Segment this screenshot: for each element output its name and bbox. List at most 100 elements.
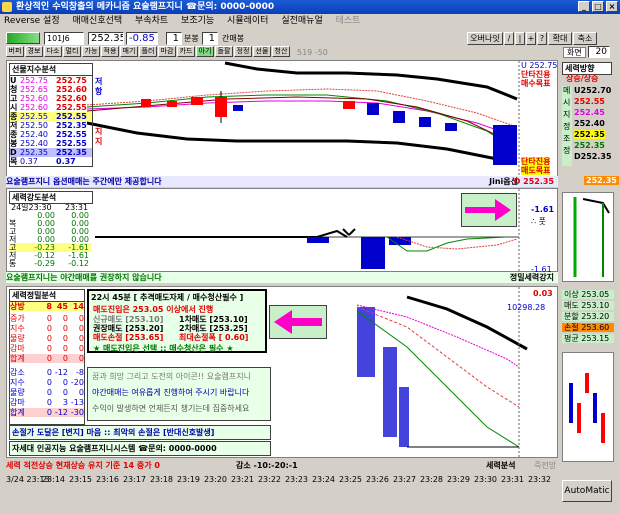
futures-row-value-b: 252.35 [56, 148, 87, 157]
top-right-button[interactable]: 확대 [548, 32, 572, 45]
mini-candle-1 [569, 383, 573, 423]
futures-notice: 요술램프지니 옵션매매는 주간에만 제공합니다 [6, 177, 162, 186]
futures-notice-bar: 요술램프지니 옵션매매는 주간에만 제공합니다 Jini옵션 D 252.35 [6, 176, 558, 187]
top-right-button[interactable]: / [504, 32, 514, 45]
toolbar: 101J6 252.35 -0.85 1 분봉 1 간매봉 버퍼 경보 다소 멀티 가능… [0, 30, 620, 60]
menu-reverse[interactable]: Reverse 설정 [4, 16, 60, 26]
top-right-button[interactable]: ? [537, 32, 547, 45]
power-row: 통 -0.29 -0.12 [9, 259, 91, 268]
time-tick: 23:24 [311, 475, 336, 484]
trend-row-value: -30 [70, 408, 84, 417]
mode-tab[interactable]: 정정 [234, 46, 252, 57]
target-lower-label-2: 매도목표 [521, 166, 551, 175]
signal-items: 신규매도 [253.10] 1차매도 [253.10] 권장매도 [253.20] 2… [93, 315, 265, 343]
futures-row-value-a: 252.65 [20, 85, 48, 94]
mode-tab[interactable]: 돌팔 [215, 46, 233, 57]
close-button[interactable]: × [606, 1, 618, 12]
futures-side-tags: 저항지지 [95, 73, 107, 153]
mode-tab[interactable]: 매기 [120, 46, 138, 57]
right-mini-chart-svg [573, 197, 610, 277]
top-right-button[interactable]: | [515, 32, 525, 45]
trend-col: 상방 [10, 302, 25, 311]
futures-row: 봉 252.40 252.55 [10, 139, 92, 148]
time-tick: 23:29 [446, 475, 471, 484]
maximize-button[interactable]: □ [592, 1, 604, 12]
automatic-button[interactable]: AutoMatic [562, 480, 612, 502]
futures-row-label: 청 [10, 85, 18, 94]
menu-test[interactable]: 테스트 [336, 16, 361, 26]
target-lower-label-1: 단타진용 [521, 157, 551, 166]
futures-row-value-a: 252.55 [20, 112, 48, 121]
mode-tab[interactable]: 가능 [82, 46, 100, 57]
trend-row-value: 0 [46, 334, 52, 343]
minutes-a-field[interactable]: 1 [166, 32, 182, 45]
mode-tab[interactable]: 경보 [25, 46, 43, 57]
right-panel: 세력방향 상승/상승 메시지정조정 U252.70 252.55 252.45 252… [560, 60, 619, 462]
power-panel: 0.00 0.00 복 0.00 0.00 고 0.00 0.00 저 0.00 0.00 고 -0.2… [9, 211, 93, 268]
level-bars-icon [6, 32, 40, 44]
power-chart[interactable]: 세력강도분석 24일23:30 23:31 0.00 0.00 복 0.00 0.00 고… [6, 188, 558, 274]
mode-tab[interactable]: 아기 [196, 46, 214, 57]
candle-5 [233, 105, 243, 111]
right-level-value: U252.70 [574, 86, 612, 95]
mode-tab[interactable]: 플러 [139, 46, 157, 57]
mode-tab[interactable]: 적용 [101, 46, 119, 57]
top-right-button[interactable]: 오버나잇 [467, 32, 503, 45]
mode-tab[interactable]: 다소 [44, 46, 62, 57]
mode-tab[interactable]: 카드 [177, 46, 195, 57]
trend-chart[interactable]: 세력정밀분석 상방 8 45 14 증가 0 0 0 지수 0 0 0 물량 0 0 0 감마 0 0 0 합계 0 0 0 감… [6, 286, 558, 458]
right-arrow-icon [465, 199, 511, 221]
target-lower-price: D 252.35 [513, 177, 554, 186]
right-mini-chart [562, 192, 614, 282]
mode-tab[interactable]: 청산 [272, 46, 290, 57]
futures-row-value-b: 252.55 [56, 103, 87, 112]
right-level-labels: 메시지정조정 [562, 86, 572, 166]
right-panel-subheader: 상승/상승 [566, 74, 599, 83]
candle-8 [393, 111, 405, 123]
trend-row-value: 0 [78, 314, 84, 323]
mode-tab[interactable]: 선물 [253, 46, 271, 57]
trend-row-value: -13 [70, 398, 84, 407]
code-select[interactable]: 101J6 [44, 32, 84, 45]
menu-manual[interactable]: 실전매뉴얼 [281, 16, 322, 26]
minimize-button[interactable]: _ [578, 1, 590, 12]
power-row-value-a: -0.29 [34, 259, 55, 268]
candle-10 [445, 123, 457, 131]
status-mid: 감소 -10:-20:-1 [236, 461, 298, 470]
menu-simulator[interactable]: 시뮬레이터 [227, 16, 268, 26]
trend-row-value: -20 [70, 378, 84, 387]
target-upper-label-1: 단타진용 [521, 70, 551, 79]
screen-value-field[interactable]: 20 [588, 46, 610, 58]
trend-row-value: -12 [54, 408, 68, 417]
futures-side-tag: 항 [95, 87, 103, 96]
mode-tab[interactable]: 마감 [158, 46, 176, 57]
mode-tab[interactable]: 멀티 [63, 46, 81, 57]
right-level-label: 정 [563, 146, 571, 155]
trend-row: 증가 0 0 0 [10, 314, 84, 323]
mode-tab[interactable]: 버퍼 [6, 46, 24, 57]
right-level-label: 정 [563, 122, 571, 131]
time-tick: 23:17 [122, 475, 147, 484]
time-tick: 23:23 [284, 475, 309, 484]
minutes-b-field[interactable]: 1 [202, 32, 218, 45]
futures-row: 종 252.40 252.55 [10, 130, 92, 139]
price-field[interactable]: 252.35 [88, 32, 124, 45]
trend-row-label: 감마 [10, 398, 25, 407]
trend-row-value: 0 [46, 388, 52, 397]
futures-row-label: 종 [10, 112, 18, 121]
night-option-sub: ∴ 풋 [531, 217, 546, 226]
menu-aux[interactable]: 보조기능 [181, 16, 214, 26]
app-icon [2, 2, 12, 12]
top-right-button[interactable]: + [526, 32, 536, 45]
menu-subchart[interactable]: 부속차트 [135, 16, 168, 26]
price-chart[interactable]: 선물지수분석 U 252.75 252.75 청 252.65 252.60 고 252.60… [6, 60, 558, 178]
futures-row-label: 고 [10, 94, 18, 103]
menu-signal[interactable]: 매매신호선택 [72, 16, 122, 26]
trend-row-value: 0 [46, 354, 52, 363]
time-tick: 23:26 [365, 475, 390, 484]
futures-row-value-b: 0.37 [56, 157, 76, 166]
futures-side-tag: 지 [95, 127, 103, 136]
top-right-button[interactable]: 축소 [573, 32, 597, 45]
signal-item: 권장매도 [253.20] [93, 324, 164, 333]
time-tick: 23:16 [95, 475, 120, 484]
